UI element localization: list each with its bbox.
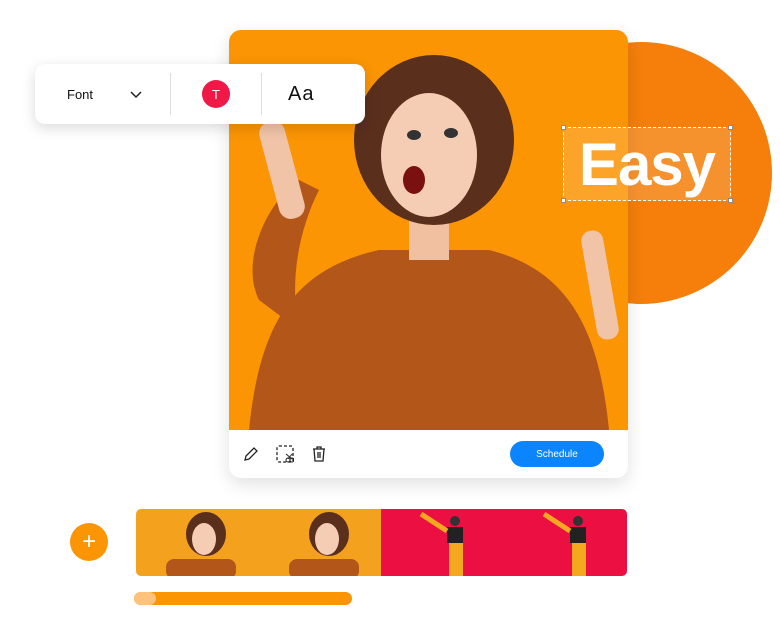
clip-frame[interactable] (259, 509, 381, 576)
timeline-progress-bar[interactable] (134, 592, 352, 605)
text-color-button[interactable]: T (202, 80, 230, 108)
resize-handle[interactable] (728, 125, 733, 130)
timeline-filmstrip[interactable] (136, 509, 627, 576)
font-dropdown[interactable]: Font (35, 87, 170, 102)
add-clip-button[interactable]: + (70, 523, 108, 561)
clip-frame[interactable] (381, 509, 504, 576)
resize-handle[interactable] (728, 198, 733, 203)
font-label: Font (67, 86, 94, 102)
text-overlay-easy[interactable]: Easy (563, 127, 731, 201)
crop-scissors-icon[interactable] (275, 444, 295, 464)
chevron-down-icon (130, 87, 142, 102)
resize-handle[interactable] (561, 125, 566, 130)
schedule-button[interactable]: Schedule (510, 441, 604, 467)
clip-frame[interactable] (136, 509, 259, 576)
trash-icon[interactable] (309, 444, 329, 464)
pencil-icon[interactable] (241, 444, 261, 464)
clip-frame[interactable] (504, 509, 627, 576)
resize-handle[interactable] (561, 198, 566, 203)
text-style-button[interactable]: Aa (262, 83, 365, 106)
card-action-bar: Schedule (229, 430, 628, 478)
text-toolbar: Font T Aa (35, 64, 365, 124)
progress-handle[interactable] (134, 592, 156, 605)
